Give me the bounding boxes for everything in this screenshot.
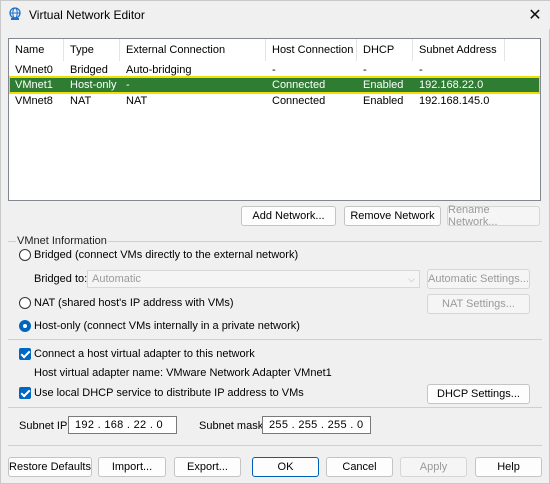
cell-type: Bridged <box>70 64 108 76</box>
column-header-type[interactable]: Type <box>64 39 120 61</box>
cell-dhcp: Enabled <box>363 95 404 107</box>
cell-name: VMnet0 <box>15 64 53 76</box>
subnet-mask-input[interactable]: 255 . 255 . 255 . 0 <box>262 416 371 434</box>
column-header-external-connection[interactable]: External Connection <box>120 39 266 61</box>
vmnet-information-group: VMnet Information <box>8 235 542 445</box>
virtual-network-editor-window: Virtual Network Editor ✕ Name Type Exter… <box>0 0 550 484</box>
chevron-down-icon: ⌵ <box>408 274 415 284</box>
close-button[interactable]: ✕ <box>519 1 550 29</box>
cell-subnet: 192.168.22.0 <box>419 79 484 91</box>
network-list[interactable]: Name Type External Connection Host Conne… <box>8 38 541 201</box>
apply-button[interactable]: Apply <box>400 457 467 477</box>
remove-network-button[interactable]: Remove Network <box>344 206 441 226</box>
dhcp-label: Use local DHCP service to distribute IP … <box>34 387 304 399</box>
column-header-dhcp[interactable]: DHCP <box>357 39 413 61</box>
cell-host: - <box>272 64 276 76</box>
bridged-to-value: Automatic <box>92 273 141 285</box>
import-button[interactable]: Import... <box>98 457 166 477</box>
cell-external: Auto-bridging <box>126 64 192 76</box>
nat-label: NAT (shared host's IP address with VMs) <box>34 297 234 309</box>
column-header-subnet-address[interactable]: Subnet Address <box>413 39 505 61</box>
cell-subnet: 192.168.145.0 <box>419 95 490 107</box>
subnet-ip-label: Subnet IP: <box>19 420 71 432</box>
dhcp-settings-button[interactable]: DHCP Settings... <box>427 384 530 404</box>
adapter-name-label: Host virtual adapter name: VMware Networ… <box>34 367 332 379</box>
dhcp-checkbox[interactable] <box>19 387 31 399</box>
connect-adapter-label: Connect a host virtual adapter to this n… <box>34 348 255 360</box>
cell-external: NAT <box>126 95 148 107</box>
close-icon: ✕ <box>528 7 542 24</box>
divider <box>8 407 542 408</box>
connect-adapter-checkbox[interactable] <box>19 348 31 360</box>
cell-type: Host-only <box>70 79 117 91</box>
column-header-host-connection[interactable]: Host Connection <box>266 39 357 61</box>
export-button[interactable]: Export... <box>174 457 241 477</box>
host-only-radio[interactable] <box>19 320 31 332</box>
title-bar: Virtual Network Editor ✕ <box>1 1 550 29</box>
help-button[interactable]: Help <box>475 457 542 477</box>
nat-radio[interactable] <box>19 297 31 309</box>
group-legend: VMnet Information <box>16 235 108 247</box>
cell-name: VMnet1 <box>15 79 53 91</box>
network-globe-icon <box>9 7 21 20</box>
cell-name: VMnet8 <box>15 95 53 107</box>
automatic-settings-button[interactable]: Automatic Settings... <box>427 269 530 289</box>
bridged-radio[interactable] <box>19 249 31 261</box>
bridged-to-label: Bridged to: <box>34 273 88 285</box>
divider <box>8 339 542 340</box>
cell-type: NAT <box>70 95 92 107</box>
table-row[interactable]: VMnet0 Bridged Auto-bridging - - - <box>9 62 540 78</box>
restore-defaults-button[interactable]: Restore Defaults <box>8 457 92 477</box>
host-only-label: Host-only (connect VMs internally in a p… <box>34 320 300 332</box>
cell-dhcp: - <box>363 64 367 76</box>
window-title: Virtual Network Editor <box>29 8 145 22</box>
subnet-ip-input[interactable]: 192 . 168 . 22 . 0 <box>68 416 177 434</box>
cancel-button[interactable]: Cancel <box>326 457 393 477</box>
cell-subnet: - <box>419 64 423 76</box>
table-row[interactable]: VMnet8 NAT NAT Connected Enabled 192.168… <box>9 93 540 109</box>
divider <box>8 445 542 446</box>
nat-settings-button[interactable]: NAT Settings... <box>427 294 530 314</box>
table-row-selected[interactable]: VMnet1 Host-only - Connected Enabled 192… <box>9 76 540 94</box>
cell-dhcp: Enabled <box>363 79 404 91</box>
list-header: Name Type External Connection Host Conne… <box>9 39 540 61</box>
cell-host: Connected <box>272 79 326 91</box>
bridged-label: Bridged (connect VMs directly to the ext… <box>34 249 299 261</box>
ok-button[interactable]: OK <box>252 457 319 477</box>
column-header-name[interactable]: Name <box>9 39 64 61</box>
subnet-mask-label: Subnet mask: <box>199 420 267 432</box>
rename-network-button[interactable]: Rename Network... <box>447 204 540 228</box>
cell-external: - <box>126 79 130 91</box>
add-network-button[interactable]: Add Network... <box>241 206 336 226</box>
bridged-to-select[interactable]: Automatic ⌵ <box>87 270 420 288</box>
cell-host: Connected <box>272 95 326 107</box>
